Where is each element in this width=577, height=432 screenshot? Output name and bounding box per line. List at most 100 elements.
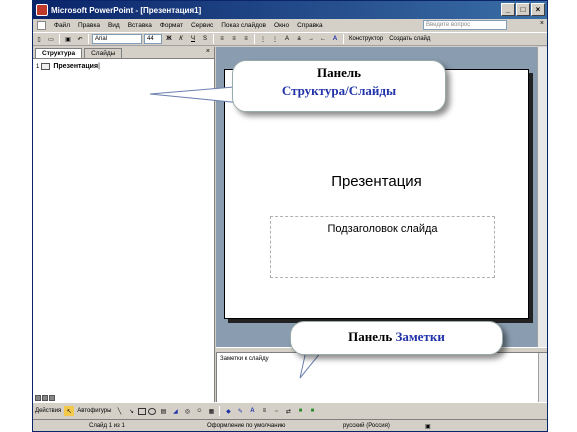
maximize-button[interactable]: □ xyxy=(516,3,530,16)
title-bar: Microsoft PowerPoint - [Презентация1] _ … xyxy=(33,1,547,19)
outline-item[interactable]: 1 Презентация | xyxy=(33,59,214,74)
outline-slide-number: 1 xyxy=(36,63,40,70)
actions-menu[interactable]: Действия xyxy=(35,408,61,414)
shadow-style-icon[interactable]: ■ xyxy=(295,406,305,416)
underline-button[interactable]: Ч xyxy=(188,34,198,44)
menu-edit[interactable]: Правка xyxy=(74,22,104,29)
autoshapes-menu[interactable]: Автофигуры xyxy=(77,408,111,414)
font-name-select[interactable]: Arial xyxy=(92,34,142,44)
italic-button[interactable]: К xyxy=(176,34,186,44)
help-search-input[interactable]: Введите вопрос xyxy=(423,20,507,30)
toolbar-separator xyxy=(213,34,214,44)
line-color-icon[interactable]: ✎ xyxy=(235,406,245,416)
paste-icon[interactable]: ▣ xyxy=(63,34,73,44)
drawing-toolbar: Действия ↖ Автофигуры ╲ ↘ ▤ ◢ ◎ ☺ ▦ ◆ ✎ … xyxy=(33,402,547,419)
slide-title[interactable]: Презентация xyxy=(225,173,528,190)
select-objects-icon[interactable]: ↖ xyxy=(64,406,75,416)
menu-file[interactable]: Файл xyxy=(50,22,74,29)
font-color-icon[interactable]: A xyxy=(330,34,340,44)
status-design: Оформление по умолчанию xyxy=(207,423,286,429)
slide-show-view-icon[interactable] xyxy=(49,395,55,401)
menu-bar: Файл Правка Вид Вставка Формат Сервис По… xyxy=(33,19,547,32)
bold-button[interactable]: Ж xyxy=(164,34,174,44)
spell-check-icon[interactable]: ▣ xyxy=(425,423,431,430)
menu-format[interactable]: Формат xyxy=(156,22,187,29)
subtitle-placeholder[interactable]: Подзаголовок слайда xyxy=(270,216,495,278)
font-color-draw-icon[interactable]: A xyxy=(247,406,257,416)
menu-slide-show[interactable]: Показ слайдов xyxy=(217,22,270,29)
menu-help[interactable]: Справка xyxy=(293,22,327,29)
menu-insert[interactable]: Вставка xyxy=(124,22,156,29)
slide-sorter-view-icon[interactable] xyxy=(42,395,48,401)
close-button[interactable]: × xyxy=(531,3,545,16)
picture-icon[interactable]: ▦ xyxy=(206,406,216,416)
bullets-icon[interactable]: ⋮ xyxy=(270,34,280,44)
diagram-icon[interactable]: ◎ xyxy=(182,406,192,416)
status-bar: Слайд 1 из 1 Оформление по умолчанию рус… xyxy=(33,419,547,431)
vertical-scrollbar[interactable] xyxy=(537,47,547,347)
status-slide-count: Слайд 1 из 1 xyxy=(89,423,125,429)
menu-view[interactable]: Вид xyxy=(104,22,124,29)
tab-slides[interactable]: Слайды xyxy=(84,48,123,58)
toolbar-separator xyxy=(219,406,221,416)
numbering-icon[interactable]: ⋮ xyxy=(258,34,268,44)
outdent-icon[interactable]: ← xyxy=(318,34,328,44)
outline-callout-line2: Структура/Слайды xyxy=(281,83,397,98)
align-right-icon[interactable]: ≡ xyxy=(241,34,251,44)
undo-icon[interactable]: ↶ xyxy=(75,34,85,44)
window-controls: _ □ × xyxy=(501,3,545,16)
new-file-icon[interactable]: ▯ xyxy=(34,34,44,44)
line-icon[interactable]: ╲ xyxy=(114,406,124,416)
rectangle-icon[interactable] xyxy=(138,407,147,415)
textbox-icon[interactable]: ▤ xyxy=(158,406,168,416)
wordart-icon[interactable]: ◢ xyxy=(170,406,180,416)
menu-window[interactable]: Окно xyxy=(270,22,293,29)
tab-outline[interactable]: Структура xyxy=(35,48,83,58)
designer-button[interactable]: Конструктор xyxy=(349,36,383,42)
toolbar-separator xyxy=(59,34,60,44)
arrow-style-icon[interactable]: ⇄ xyxy=(283,406,293,416)
indent-icon[interactable]: → xyxy=(306,34,316,44)
align-center-icon[interactable]: ≡ xyxy=(229,34,239,44)
notes-scrollbar[interactable] xyxy=(538,353,547,402)
line-style-icon[interactable]: ≡ xyxy=(259,406,269,416)
3d-style-icon[interactable]: ■ xyxy=(307,406,317,416)
dash-style-icon[interactable]: ┄ xyxy=(271,406,281,416)
new-slide-button[interactable]: Создать слайд xyxy=(389,36,430,42)
toolbar-separator xyxy=(254,34,255,44)
shadow-button[interactable]: S xyxy=(200,34,210,44)
outline-pane-callout: Панель Структура/Слайды xyxy=(232,60,446,112)
document-close-icon[interactable]: × xyxy=(540,20,544,27)
outline-slide-title[interactable]: Презентация xyxy=(53,63,98,70)
notes-callout-word: Заметки xyxy=(395,329,445,344)
font-size-select[interactable]: 44 xyxy=(144,34,162,44)
notes-pane-callout: Панель Заметки xyxy=(290,321,503,355)
slide-icon xyxy=(41,63,51,70)
open-folder-icon[interactable]: ▭ xyxy=(46,34,56,44)
clipart-icon[interactable]: ☺ xyxy=(194,406,204,416)
menu-tools[interactable]: Сервис xyxy=(187,22,217,29)
oval-icon[interactable] xyxy=(148,407,157,415)
align-left-icon[interactable]: ≡ xyxy=(217,34,227,44)
outline-slides-pane: Структура Слайды × 1 Презентация | xyxy=(33,47,215,402)
fill-color-icon[interactable]: ◆ xyxy=(223,406,233,416)
window-title: Microsoft PowerPoint - [Презентация1] xyxy=(51,5,202,15)
text-cursor: | xyxy=(98,63,100,70)
toolbar-separator xyxy=(88,34,89,44)
standard-formatting-toolbar: ▯ ▭ ▣ ↶ Arial 44 Ж К Ч S ≡ ≡ ≡ ⋮ ⋮ A a →… xyxy=(33,32,547,46)
decrease-font-icon[interactable]: a xyxy=(294,34,304,44)
view-buttons xyxy=(35,395,55,401)
minimize-button[interactable]: _ xyxy=(501,3,515,16)
pane-close-icon[interactable]: × xyxy=(206,48,210,55)
document-icon[interactable] xyxy=(37,21,46,30)
normal-view-icon[interactable] xyxy=(35,395,41,401)
outline-callout-line1: Панель xyxy=(316,65,362,80)
powerpoint-app-icon xyxy=(36,4,48,16)
increase-font-icon[interactable]: A xyxy=(282,34,292,44)
notes-pane[interactable]: Заметки к слайду xyxy=(216,353,547,402)
slide-subtitle: Подзаголовок слайда xyxy=(327,223,438,235)
toolbar-separator xyxy=(343,34,344,44)
arrow-icon[interactable]: ↘ xyxy=(126,406,136,416)
notes-callout-prefix: Панель xyxy=(348,329,393,344)
status-language: русский (Россия) xyxy=(343,423,390,429)
